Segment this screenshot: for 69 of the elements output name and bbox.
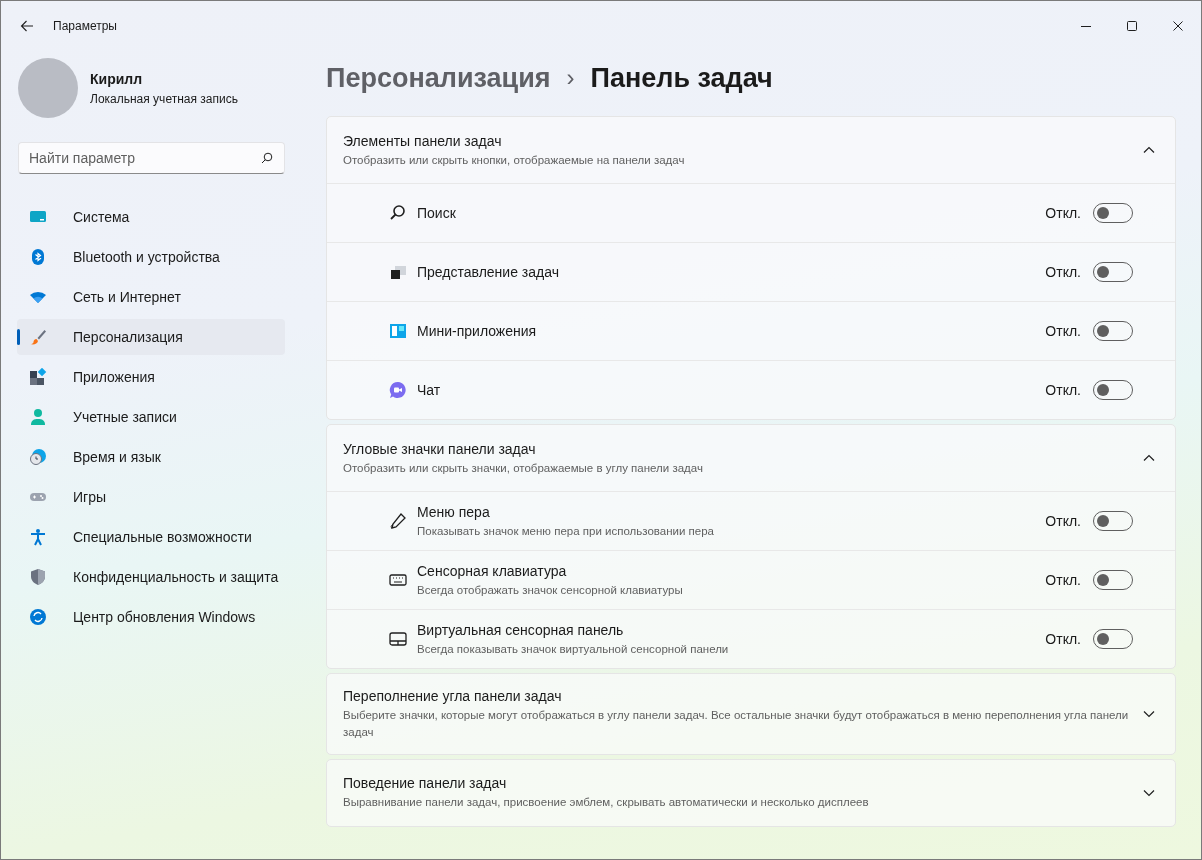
section-header[interactable]: Угловые значки панели задач Отобразить или скрыть значки, отображаемые в углу панели задач	[327, 425, 1175, 491]
toggle-state-label: Откл.	[1045, 629, 1081, 649]
toggle-state-label: Откл.	[1045, 570, 1081, 590]
chevron-up-icon	[1143, 144, 1155, 156]
section-title: Поведение панели задач	[343, 774, 508, 794]
setting-label: Чат	[417, 380, 442, 400]
globe-clock-icon	[29, 448, 47, 466]
search-icon	[389, 204, 407, 222]
section-title: Переполнение угла панели задач	[343, 687, 563, 706]
back-arrow-icon	[20, 19, 34, 33]
nav-item[interactable]: Специальные возможности	[17, 519, 285, 555]
account-type: Локальная учетная запись	[90, 90, 238, 108]
user-name: Кирилл	[90, 69, 144, 89]
section-description: Отобразить или скрыть значки, отображаемые в углу панели задач	[343, 460, 704, 476]
section-description: Отобразить или скрыть кнопки, отображаемые на панели задач	[343, 152, 686, 168]
widgets-icon	[389, 322, 407, 340]
section-header[interactable]: Элементы панели задач Отобразить или скрыть кнопки, отображаемые на панели задач	[327, 117, 1175, 183]
section-header[interactable]: Поведение панели задач Выравнивание панели задач, присвоение эмблем, скрывать автоматически и несколько дисплеев	[327, 759, 1175, 826]
nav-item[interactable]: Время и язык	[17, 439, 285, 475]
person-icon	[29, 408, 47, 426]
setting-label: Мини-приложения	[417, 321, 538, 341]
maximize-icon	[1127, 21, 1137, 31]
nav-item[interactable]: Сеть и Интернет	[17, 279, 285, 315]
stacked-windows-icon	[389, 263, 407, 281]
section-header[interactable]: Переполнение угла панели задач Выберите значки, которые могут отображаться в углу панели задач. Все остальные значки будут отображаться в меню переполнения угла панели задач	[327, 674, 1175, 754]
nav-item[interactable]: Игры	[17, 479, 285, 515]
avatar-photo-placeholder	[18, 58, 78, 118]
setting-label: Представление задач	[417, 262, 560, 282]
setting-label: Меню пера	[417, 502, 491, 522]
setting-label: Сенсорная клавиатура	[417, 561, 568, 581]
minimize-icon	[1081, 25, 1091, 27]
setting-label: Виртуальная сенсорная панель	[417, 620, 625, 640]
window-title: Параметры	[53, 18, 117, 35]
chat-icon	[389, 381, 407, 399]
search-field[interactable]: Найти параметр	[18, 142, 285, 174]
nav-item[interactable]: Персонализация	[17, 319, 285, 355]
pen-icon	[389, 512, 407, 530]
nav-item[interactable]: Bluetooth и устройства	[17, 239, 285, 275]
accessibility-icon	[29, 528, 47, 546]
apps-icon	[29, 368, 47, 386]
setting-description: Всегда отображать значок сенсорной клавиатуры	[417, 582, 684, 598]
touchpad-icon	[389, 630, 407, 648]
setting-label: Поиск	[417, 203, 457, 223]
page-title: Панель задач	[590, 61, 773, 95]
setting-description: Всегда показывать значок виртуальной сенсорной панели	[417, 641, 730, 657]
setting-description: Показывать значок меню пера при использовании пера	[417, 523, 715, 539]
section-title: Элементы панели задач	[343, 131, 503, 151]
breadcrumb-separator: ›	[566, 63, 575, 93]
chevron-up-icon	[1143, 452, 1155, 464]
toggle-state-label: Откл.	[1045, 203, 1081, 223]
section-description: Выравнивание панели задач, присвоение эмблем, скрывать автоматически и несколько дисплеев	[343, 795, 870, 811]
toggle-state-label: Откл.	[1045, 380, 1081, 400]
toggle-state-label: Откл.	[1045, 262, 1081, 282]
sync-icon	[29, 608, 47, 626]
section-description: Выберите значки, которые могут отображаться в углу панели задач. Все остальные значки будут отображаться в меню переполнения угла панели задач	[343, 708, 1130, 741]
toggle-state-label: Откл.	[1045, 511, 1081, 531]
shield-icon	[29, 568, 47, 586]
nav-item[interactable]: Система	[17, 199, 285, 235]
nav-item[interactable]: Конфиденциальность и защита	[17, 559, 285, 595]
section-title: Угловые значки панели задач	[343, 439, 537, 459]
search-icon	[261, 152, 273, 164]
close-icon	[1173, 21, 1183, 31]
nav-item[interactable]: Приложения	[17, 359, 285, 395]
breadcrumb-link[interactable]: Персонализация	[326, 57, 551, 99]
bluetooth-icon	[29, 248, 47, 266]
keyboard-icon	[389, 571, 407, 589]
toggle-state-label: Откл.	[1045, 321, 1081, 341]
nav-item[interactable]: Центр обновления Windows	[17, 599, 285, 635]
nav-item[interactable]: Учетные записи	[17, 399, 285, 435]
